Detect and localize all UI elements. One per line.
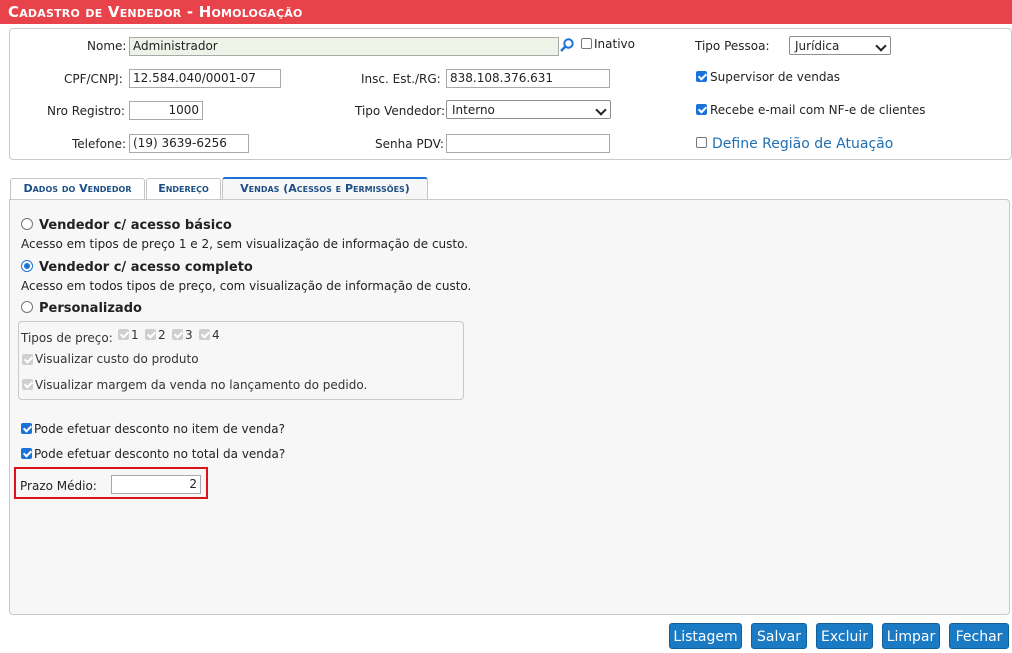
visualizar-custo-checkbox[interactable]: [22, 354, 33, 365]
tipo-preco-2-label: 2: [158, 328, 166, 342]
telefone-input[interactable]: (19) 3639-6256: [129, 134, 249, 153]
opt-completo-radio[interactable]: [21, 260, 33, 272]
nome-label: Nome:: [87, 39, 127, 53]
cpf-input[interactable]: 12.584.040/0001-07: [129, 69, 281, 88]
desconto-item-checkbox[interactable]: [21, 423, 32, 434]
desconto-total-label: Pode efetuar desconto no total da venda?: [34, 447, 286, 461]
supervisor-checkbox[interactable]: [696, 71, 707, 82]
tipo-preco-4-label: 4: [212, 328, 220, 342]
regiao-link[interactable]: Define Região de Atuação: [712, 136, 893, 152]
opt-basico-radio[interactable]: [21, 218, 33, 230]
opt-completo-label: Vendedor c/ acesso completo: [39, 260, 253, 275]
visualizar-custo-label: Visualizar custo do produto: [35, 352, 199, 366]
tipo-preco-1-checkbox[interactable]: [118, 329, 129, 340]
recebe-email-label: Recebe e-mail com NF-e de clientes: [710, 103, 926, 117]
insc-input[interactable]: 838.108.376.631: [446, 69, 610, 88]
prazo-medio-label: Prazo Médio:: [20, 479, 97, 493]
window-title: Cadastro de Vendedor - Homologação: [8, 3, 303, 21]
tipo-preco-1-label: 1: [131, 328, 139, 342]
desconto-total-checkbox[interactable]: [21, 448, 32, 459]
regiao-checkbox[interactable]: [696, 137, 707, 148]
tipo-pessoa-label: Tipo Pessoa:: [695, 39, 770, 53]
chevron-down-icon: [595, 104, 607, 116]
salvar-button[interactable]: Salvar: [751, 623, 807, 649]
tipo-vendedor-value: Interno: [452, 103, 495, 117]
tipo-pessoa-select[interactable]: Jurídica: [789, 36, 891, 55]
tab-vendas[interactable]: Vendas (Acessos e Permissões): [222, 177, 428, 200]
nome-input[interactable]: Administrador: [129, 37, 559, 56]
opt-completo-desc: Acesso em todos tipos de preço, com visu…: [21, 279, 472, 293]
fechar-button[interactable]: Fechar: [949, 623, 1009, 649]
tipo-preco-3-checkbox[interactable]: [172, 329, 183, 340]
recebe-email-checkbox[interactable]: [696, 104, 707, 115]
nro-registro-label: Nro Registro:: [47, 104, 125, 118]
chevron-down-icon: [875, 40, 887, 52]
search-icon[interactable]: [560, 38, 574, 52]
listagem-button[interactable]: Listagem: [669, 623, 742, 649]
insc-label: Insc. Est./RG:: [361, 72, 441, 86]
desconto-item-label: Pode efetuar desconto no item de venda?: [34, 422, 285, 436]
tipos-preco-label: Tipos de preço:: [21, 331, 113, 345]
senha-input[interactable]: [446, 134, 610, 153]
nro-registro-input[interactable]: 1000: [129, 101, 203, 120]
visualizar-margem-checkbox[interactable]: [22, 379, 33, 390]
tipo-preco-4-checkbox[interactable]: [199, 329, 210, 340]
tipo-preco-2-checkbox[interactable]: [145, 329, 156, 340]
tipo-preco-3-label: 3: [185, 328, 193, 342]
tab-dados-vendedor[interactable]: Dados do Vendedor: [10, 178, 145, 199]
inativo-label: Inativo: [594, 37, 635, 51]
opt-personalizado-label: Personalizado: [39, 301, 142, 316]
visualizar-margem-label: Visualizar margem da venda no lançamento…: [35, 378, 368, 392]
tab-endereco[interactable]: Endereço: [146, 178, 221, 199]
tipo-vendedor-select[interactable]: Interno: [446, 100, 611, 119]
excluir-button[interactable]: Excluir: [816, 623, 873, 649]
opt-basico-label: Vendedor c/ acesso básico: [39, 218, 232, 233]
inativo-checkbox[interactable]: [581, 38, 592, 49]
cpf-label: CPF/CNPJ:: [64, 72, 123, 86]
opt-basico-desc: Acesso em tipos de preço 1 e 2, sem visu…: [21, 237, 469, 251]
telefone-label: Telefone:: [72, 137, 126, 151]
tipo-vendedor-label: Tipo Vendedor:: [355, 104, 446, 118]
title-bar: Cadastro de Vendedor - Homologação: [0, 0, 1012, 24]
opt-personalizado-radio[interactable]: [21, 301, 33, 313]
tipo-pessoa-value: Jurídica: [795, 39, 840, 53]
senha-label: Senha PDV:: [375, 137, 444, 151]
supervisor-label: Supervisor de vendas: [710, 70, 841, 84]
limpar-button[interactable]: Limpar: [882, 623, 940, 649]
prazo-medio-input[interactable]: 2: [111, 475, 201, 494]
